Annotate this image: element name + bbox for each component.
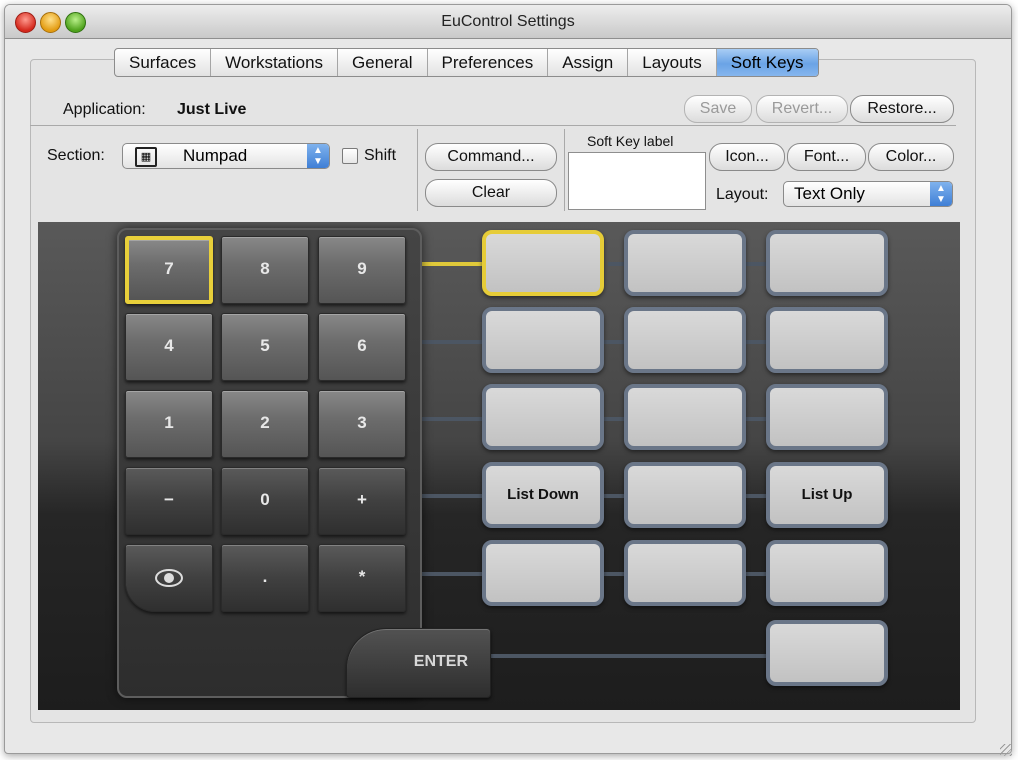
vertical-divider <box>417 129 418 211</box>
soft-key-4[interactable] <box>482 307 604 373</box>
numpad-key-minus[interactable]: − <box>125 467 213 535</box>
soft-key-3[interactable] <box>766 230 888 296</box>
layout-popup[interactable]: Text Only ▲ ▼ <box>783 181 953 207</box>
numpad-key-4[interactable]: 4 <box>125 313 213 381</box>
popup-arrows-icon: ▲ ▼ <box>307 144 329 168</box>
color-button[interactable]: Color... <box>868 143 954 171</box>
numpad-key-0[interactable]: 0 <box>221 467 309 535</box>
tab-preferences[interactable]: Preferences <box>428 49 549 76</box>
numpad-icon: ▦ <box>135 147 157 167</box>
section-label: Section: <box>47 147 105 164</box>
command-button[interactable]: Command... <box>425 143 557 171</box>
soft-key-15[interactable] <box>766 540 888 606</box>
vertical-divider <box>564 129 565 211</box>
soft-key-14[interactable] <box>624 540 746 606</box>
surface-preview: 7 8 9 4 5 6 1 2 3 − 0 + . * ENTER List D… <box>38 222 960 710</box>
divider <box>30 125 956 126</box>
soft-key-8[interactable] <box>624 384 746 450</box>
tab-soft-keys[interactable]: Soft Keys <box>716 49 818 76</box>
soft-key-5[interactable] <box>624 307 746 373</box>
numpad-key-3[interactable]: 3 <box>318 390 406 458</box>
soft-key-16[interactable] <box>766 620 888 686</box>
tab-bar: Surfaces Workstations General Preference… <box>114 48 819 77</box>
eye-icon <box>155 568 183 587</box>
numpad-key-eye[interactable] <box>125 544 213 612</box>
soft-key-9[interactable] <box>766 384 888 450</box>
numpad-key-asterisk[interactable]: * <box>318 544 406 612</box>
soft-key-1[interactable] <box>482 230 604 296</box>
shift-label: Shift <box>364 147 397 164</box>
tab-workstations[interactable]: Workstations <box>211 49 339 76</box>
layout-value: Text Only <box>794 184 865 203</box>
soft-key-6[interactable] <box>766 307 888 373</box>
numpad-key-decimal[interactable]: . <box>221 544 309 612</box>
soft-key-11[interactable] <box>624 462 746 528</box>
resize-grip[interactable] <box>1000 744 1012 756</box>
numpad-key-enter[interactable]: ENTER <box>346 628 491 698</box>
revert-button[interactable]: Revert... <box>756 95 848 123</box>
soft-key-7[interactable] <box>482 384 604 450</box>
soft-key-list-up[interactable]: List Up <box>766 462 888 528</box>
section-value: Numpad <box>183 146 248 165</box>
save-button[interactable]: Save <box>684 95 752 123</box>
numpad-key-9[interactable]: 9 <box>318 236 406 304</box>
soft-key-2[interactable] <box>624 230 746 296</box>
title-bar[interactable]: EuControl Settings <box>5 5 1011 39</box>
tab-layouts[interactable]: Layouts <box>628 49 717 76</box>
connector-line <box>420 262 482 266</box>
restore-button[interactable]: Restore... <box>850 95 954 123</box>
numpad-key-plus[interactable]: + <box>318 467 406 535</box>
soft-key-label-input[interactable] <box>568 152 706 210</box>
layout-label: Layout: <box>716 186 769 203</box>
numpad-key-7[interactable]: 7 <box>125 236 213 304</box>
numpad-device: 7 8 9 4 5 6 1 2 3 − 0 + . * ENTER <box>117 228 491 698</box>
tab-surfaces[interactable]: Surfaces <box>115 49 212 76</box>
soft-key-13[interactable] <box>482 540 604 606</box>
application-value: Just Live <box>177 101 247 118</box>
numpad-key-2[interactable]: 2 <box>221 390 309 458</box>
numpad-key-1[interactable]: 1 <box>125 390 213 458</box>
section-popup[interactable]: ▦ Numpad ▲ ▼ <box>122 143 330 169</box>
popup-arrows-icon: ▲ ▼ <box>930 182 952 206</box>
numpad-key-8[interactable]: 8 <box>221 236 309 304</box>
window-title: EuControl Settings <box>441 13 575 30</box>
soft-key-label-caption: Soft Key label <box>587 133 674 149</box>
font-button[interactable]: Font... <box>787 143 866 171</box>
numpad-key-5[interactable]: 5 <box>221 313 309 381</box>
tab-general[interactable]: General <box>338 49 428 76</box>
application-label: Application: <box>63 101 146 118</box>
shift-checkbox[interactable] <box>342 148 358 164</box>
clear-button[interactable]: Clear <box>425 179 557 207</box>
numpad-key-6[interactable]: 6 <box>318 313 406 381</box>
tab-assign[interactable]: Assign <box>548 49 629 76</box>
icon-button[interactable]: Icon... <box>709 143 785 171</box>
soft-key-list-down[interactable]: List Down <box>482 462 604 528</box>
